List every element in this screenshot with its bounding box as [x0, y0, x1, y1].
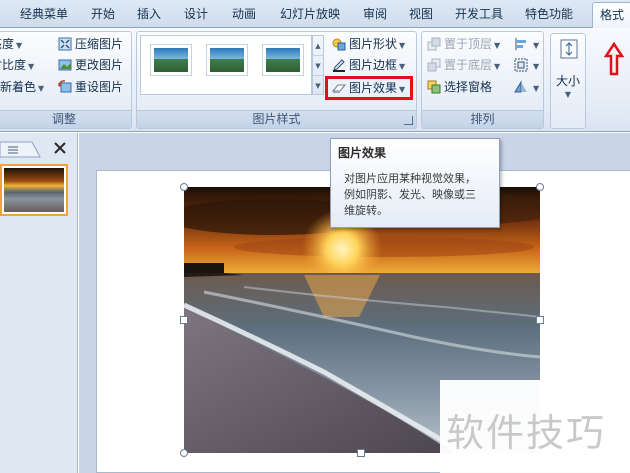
brightness-label: 亮度: [0, 37, 15, 51]
compress-icon: [58, 37, 72, 51]
change-picture-icon: [58, 59, 72, 71]
chevron-down-icon: ▼: [399, 41, 406, 50]
contrast-label: 对比度: [0, 58, 27, 72]
style-thumbnail-image: [154, 48, 188, 72]
reset-picture-button[interactable]: 重设图片: [58, 77, 123, 97]
send-to-back-icon: [427, 58, 441, 72]
resize-handle-top-left[interactable]: [180, 183, 188, 191]
tab-insert[interactable]: 插入: [126, 0, 172, 28]
change-picture-label: 更改图片: [75, 58, 124, 72]
panel-tabs: [0, 136, 78, 158]
red-arrow-icon: [604, 42, 624, 76]
picture-shape-button[interactable]: 图片形状 ▼: [332, 34, 405, 54]
picture-border-label: 图片边框: [349, 58, 398, 72]
size-label: 大小: [555, 74, 580, 88]
gallery-up-button[interactable]: ▲: [313, 36, 323, 56]
style-thumbnail-image: [266, 48, 300, 72]
gallery-down-button[interactable]: ▼: [313, 56, 323, 76]
pen-icon: [333, 59, 345, 72]
selection-pane-button[interactable]: 选择窗格: [427, 77, 492, 97]
group-button[interactable]: ▼: [514, 55, 539, 75]
highlight-box: [325, 76, 413, 100]
resize-handle-bottom[interactable]: [357, 449, 365, 457]
selection-pane-icon: [427, 80, 441, 94]
watermark: 软件技巧: [440, 380, 630, 473]
align-button[interactable]: ▼: [514, 34, 539, 54]
size-icon: [560, 39, 578, 59]
picture-style-option[interactable]: [262, 44, 304, 76]
tab-animation[interactable]: 动画: [220, 0, 268, 28]
outline-tab[interactable]: [0, 138, 44, 158]
change-picture-button[interactable]: 更改图片: [58, 55, 123, 75]
tab-classic-menu[interactable]: 经典菜单: [8, 0, 80, 28]
chevron-down-icon: ▼: [28, 62, 35, 71]
recolor-label: 重新着色: [0, 80, 37, 94]
tab-slideshow[interactable]: 幻灯片放映: [268, 0, 352, 28]
tab-format[interactable]: 格式: [592, 2, 630, 29]
bring-to-front-label: 置于顶层: [444, 37, 493, 51]
reset-picture-label: 重设图片: [75, 80, 124, 94]
resize-handle-top-right[interactable]: [536, 183, 544, 191]
ribbon-tab-bar: 经典菜单 开始 插入 设计 动画 幻灯片放映 审阅 视图 开发工具 特色功能 格…: [0, 0, 630, 29]
brightness-button[interactable]: 亮度▼: [0, 34, 22, 54]
rotate-button[interactable]: ▼: [514, 77, 539, 97]
size-button[interactable]: 大小 ▼: [550, 33, 586, 129]
tab-design[interactable]: 设计: [172, 0, 220, 28]
slide-thumbnail-image: [4, 168, 64, 212]
style-thumbnail-image: [210, 48, 244, 72]
slide-thumbnail[interactable]: [0, 164, 68, 216]
resize-handle-right[interactable]: [536, 316, 544, 324]
bring-to-front-button[interactable]: 置于顶层 ▼: [427, 34, 500, 54]
send-to-back-button[interactable]: 置于底层 ▼: [427, 55, 500, 75]
chevron-down-icon: ▼: [494, 62, 501, 71]
arrange-group-label: 排列: [422, 110, 543, 128]
picture-styles-group-label: 图片样式: [137, 110, 416, 128]
chevron-down-icon: ▼: [494, 41, 501, 50]
rotate-icon: [514, 80, 527, 93]
compress-button[interactable]: 压缩图片: [58, 34, 123, 54]
align-icon: [515, 38, 526, 50]
selection-pane-label: 选择窗格: [444, 80, 493, 94]
picture-style-option[interactable]: [206, 44, 248, 76]
tab-developer[interactable]: 开发工具: [444, 0, 514, 28]
chevron-down-icon: ▼: [533, 62, 540, 71]
tab-special[interactable]: 特色功能: [514, 0, 584, 28]
contrast-button[interactable]: 对比度▼: [0, 55, 34, 75]
picture-shape-icon: [332, 38, 346, 51]
resize-handle-bottom-left[interactable]: [180, 449, 188, 457]
tooltip-line-1: 对图片应用某种视觉效果，: [344, 172, 476, 185]
chevron-down-icon: ▼: [16, 41, 23, 50]
gallery-more-button[interactable]: ▼: [313, 76, 323, 96]
chevron-down-icon: ▼: [533, 41, 540, 50]
reset-picture-icon: [58, 80, 72, 93]
bring-to-front-icon: [427, 37, 441, 51]
tooltip-line-3: 维旋转。: [344, 204, 388, 217]
picture-effects-tooltip: 图片效果 对图片应用某种视觉效果， 例如阴影、发光、映像或三 维旋转。: [330, 138, 500, 228]
adjust-group-label: 调整: [0, 110, 131, 128]
watermark-text: 软件技巧: [446, 411, 607, 455]
dialog-launcher-icon[interactable]: [404, 116, 413, 125]
send-to-back-label: 置于底层: [444, 58, 493, 72]
picture-style-option[interactable]: [150, 44, 192, 76]
chevron-down-icon: ▼: [533, 84, 540, 93]
picture-shape-label: 图片形状: [349, 37, 398, 51]
tab-view[interactable]: 视图: [398, 0, 444, 28]
chevron-down-icon: ▼: [38, 84, 45, 93]
tab-review[interactable]: 审阅: [352, 0, 398, 28]
close-icon[interactable]: [52, 140, 68, 156]
chevron-down-icon: ▼: [564, 90, 572, 99]
compress-label: 压缩图片: [75, 37, 124, 51]
tooltip-line-2: 例如阴影、发光、映像或三: [344, 188, 476, 201]
resize-handle-left[interactable]: [180, 316, 188, 324]
tooltip-title: 图片效果: [338, 146, 387, 160]
recolor-button[interactable]: 重新着色▼: [0, 77, 44, 97]
chevron-down-icon: ▼: [399, 62, 406, 71]
group-icon: [514, 58, 528, 72]
gallery-scroll: ▲ ▼ ▼: [312, 35, 324, 95]
picture-border-button[interactable]: 图片边框 ▼: [332, 55, 405, 75]
tab-home[interactable]: 开始: [80, 0, 126, 28]
picture-style-gallery: [140, 35, 312, 95]
